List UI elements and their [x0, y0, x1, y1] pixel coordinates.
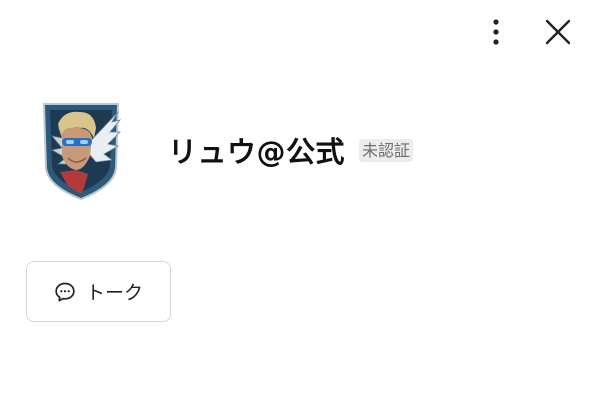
avatar[interactable] — [38, 98, 124, 202]
more-vertical-icon — [493, 19, 499, 45]
name-block: リュウ@公式 未認証 — [168, 129, 414, 171]
header-actions — [476, 14, 578, 50]
chat-bubble-icon — [54, 281, 76, 303]
profile-screen: リュウ@公式 未認証 トーク — [0, 0, 600, 414]
close-icon — [545, 19, 571, 45]
close-button[interactable] — [538, 14, 578, 50]
more-options-button[interactable] — [476, 14, 516, 50]
account-name: リュウ@公式 — [168, 135, 346, 169]
talk-label: トーク — [85, 282, 143, 304]
status-badge: 未認証 — [359, 138, 414, 162]
profile-header: リュウ@公式 未認証 — [38, 98, 414, 202]
talk-button[interactable]: トーク — [26, 261, 171, 322]
